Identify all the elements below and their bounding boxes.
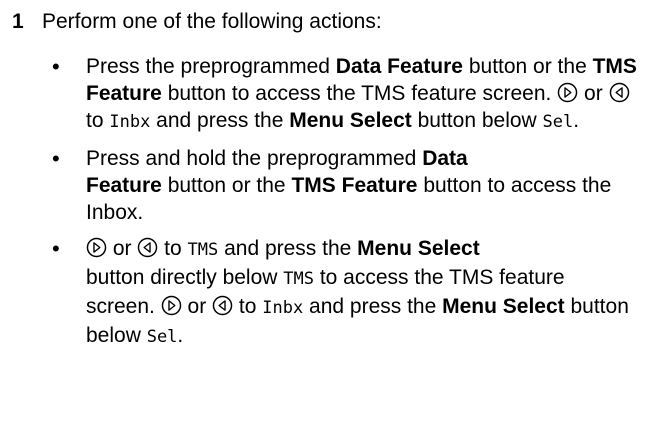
display-text-sel: Sel (146, 327, 178, 347)
nav-right-icon (557, 82, 578, 103)
nav-left-icon (212, 295, 233, 316)
bullet-icon: • (52, 54, 60, 79)
display-text-inbx: Inbx (262, 298, 304, 318)
nav-right-icon (161, 295, 182, 316)
term-menu-select: Menu Select (357, 237, 480, 260)
action-list: • Press the preprogrammed Data Feature b… (12, 53, 637, 351)
bullet-icon: • (52, 146, 60, 171)
list-item: • Press the preprogrammed Data Feature b… (52, 54, 637, 132)
list-item: • Press and hold the preprogrammed Data F… (52, 146, 612, 224)
nav-right-icon (86, 237, 107, 258)
display-text-tms: TMS (187, 240, 219, 260)
term-data: Data (422, 147, 468, 170)
procedure-step: 1 Perform one of the following actions: … (12, 8, 637, 360)
nav-left-icon (609, 82, 630, 103)
list-item: • or to TMS and press the Menu Select bu… (52, 236, 629, 347)
display-text-tms: TMS (283, 269, 314, 289)
nav-left-icon (137, 237, 158, 258)
display-text-sel: Sel (542, 112, 574, 132)
term-feature: Feature (86, 174, 162, 197)
term-menu-select: Menu Select (289, 109, 412, 132)
term-tms-feature: TMS Feature (291, 174, 418, 197)
step-header: 1 Perform one of the following actions: (12, 8, 637, 35)
step-number: 1 (12, 10, 24, 33)
term-menu-select: Menu Select (442, 295, 565, 318)
bullet-icon: • (52, 236, 60, 261)
term-data-feature: Data Feature (335, 55, 463, 78)
display-text-inbx: Inbx (109, 112, 151, 132)
step-intro: Perform one of the following actions: (42, 10, 382, 33)
